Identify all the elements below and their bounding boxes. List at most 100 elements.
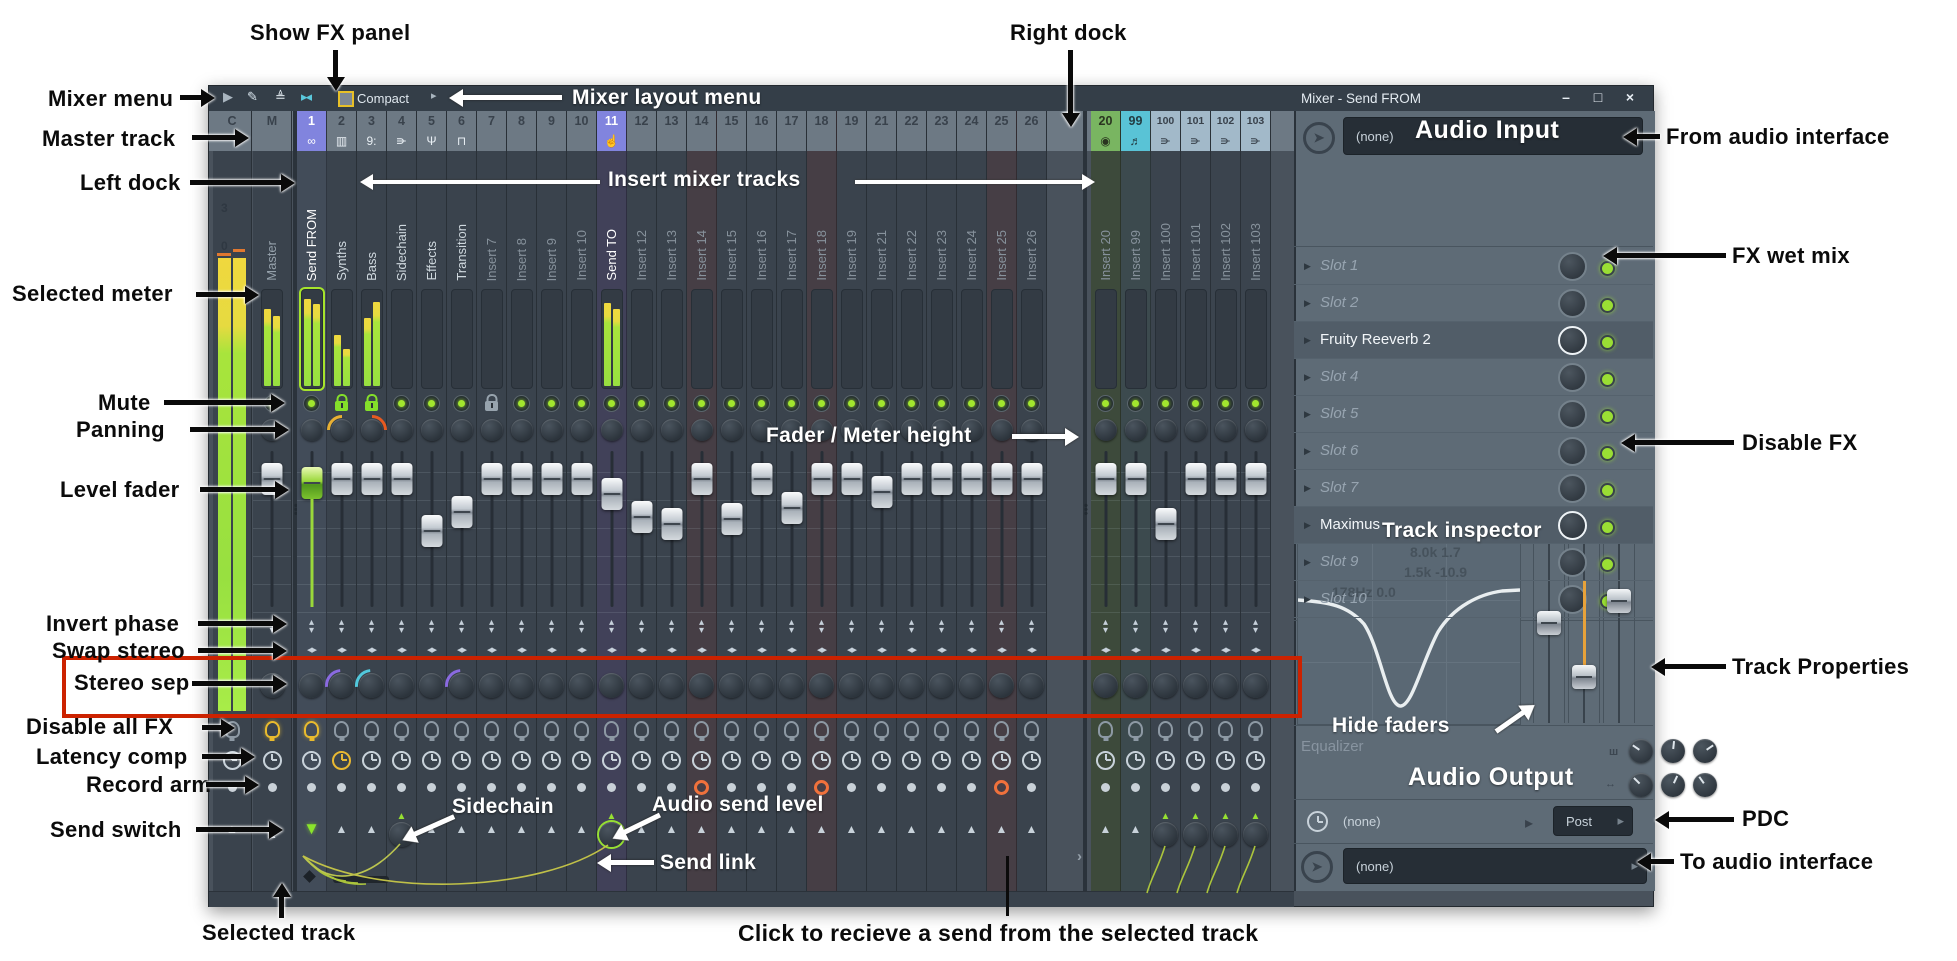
pdc-mode-button[interactable]: Post ▸ <box>1553 806 1633 836</box>
pan-knob[interactable] <box>510 419 533 441</box>
track-header[interactable]: 9: <box>357 131 386 151</box>
track-number[interactable]: 2 <box>327 111 356 131</box>
track-header[interactable]: ⋔ <box>1211 131 1240 151</box>
track-name-zone[interactable]: Insert 8 <box>507 151 536 286</box>
latency-comp-clock-icon[interactable] <box>512 750 531 770</box>
record-arm-dot[interactable] <box>577 782 586 792</box>
record-arm-dot[interactable] <box>937 782 946 792</box>
invert-phase-button[interactable]: ▴▾ <box>627 615 656 639</box>
send-switch-arrow[interactable]: ▲ <box>756 823 768 835</box>
audio-send-level-knob[interactable] <box>1183 821 1208 847</box>
pan-knob[interactable] <box>690 419 713 441</box>
track-name-zone[interactable]: Insert 21 <box>867 151 896 286</box>
latency-comp-clock-icon[interactable] <box>422 750 441 770</box>
mute-led[interactable] <box>963 394 980 412</box>
mute-led[interactable] <box>873 394 890 412</box>
track-name-zone[interactable]: Insert 9 <box>537 151 566 286</box>
mixer-strip-insert-16[interactable]: 16 Insert 16 ▴ ▾ ◂▸ ▲ <box>747 111 777 891</box>
track-number[interactable]: 7 <box>477 111 506 131</box>
record-arm-dot[interactable] <box>847 782 856 792</box>
mute-led[interactable] <box>753 394 770 412</box>
level-fader[interactable] <box>721 503 742 536</box>
track-name-zone[interactable]: Sidechain <box>387 151 416 286</box>
disable-all-fx-lamp-icon[interactable] <box>544 720 559 738</box>
scroll-right-icon[interactable]: › <box>1077 848 1082 865</box>
fader-zone[interactable] <box>1121 445 1150 615</box>
slot-arrow-icon[interactable]: ▶ <box>1304 446 1311 457</box>
latency-comp-clock-icon[interactable] <box>842 750 861 770</box>
track-name-zone[interactable]: Master <box>253 151 291 286</box>
record-arm-dot[interactable] <box>727 782 736 792</box>
disable-all-fx-lamp-icon[interactable] <box>264 720 280 738</box>
latency-comp-clock-icon[interactable] <box>572 750 591 770</box>
mixer-strip-insert-14[interactable]: 14 Insert 14 ▴ ▾ ◂▸ ▲ <box>687 111 717 891</box>
mute-led[interactable] <box>603 394 620 412</box>
latency-comp-clock-icon[interactable] <box>1216 750 1235 770</box>
level-fader[interactable] <box>631 500 652 533</box>
invert-phase-button[interactable]: ▴▾ <box>687 615 716 639</box>
level-fader[interactable] <box>751 463 772 496</box>
level-fader[interactable] <box>451 495 472 528</box>
fader-zone[interactable] <box>253 445 291 615</box>
collapse-icon[interactable]: ▸◂ <box>301 89 312 105</box>
record-arm-dot[interactable] <box>1221 782 1230 792</box>
send-switch-arrow[interactable]: ▲ <box>516 823 528 835</box>
mixer-strip-insert-24[interactable]: 24 Insert 24 ▴ ▾ ◂▸ ▲ <box>957 111 987 891</box>
invert-phase-button[interactable]: ▴▾ <box>717 615 746 639</box>
track-number[interactable]: 20 <box>1091 111 1120 131</box>
latency-comp-clock-icon[interactable] <box>962 750 981 770</box>
track-number[interactable]: 8 <box>507 111 536 131</box>
eq-freq-knob-1[interactable] <box>1629 739 1653 763</box>
send-switch-arrow[interactable]: ▲ <box>1130 823 1142 835</box>
mute-led[interactable] <box>903 394 920 412</box>
fader-zone[interactable] <box>627 445 656 615</box>
mute-led[interactable] <box>843 394 860 412</box>
level-fader[interactable] <box>511 463 532 496</box>
pan-knob[interactable] <box>420 419 443 441</box>
latency-comp-clock-icon[interactable] <box>392 750 411 770</box>
latency-comp-clock-icon[interactable] <box>782 750 801 770</box>
track-name-zone[interactable]: Insert 7 <box>477 151 506 286</box>
slot-label[interactable]: Slot 5 <box>1320 405 1358 422</box>
invert-phase-button[interactable]: ▴▾ <box>897 615 926 639</box>
record-arm-dot[interactable] <box>517 782 526 792</box>
level-fader[interactable] <box>811 463 832 496</box>
invert-phase-button[interactable]: ▴▾ <box>1091 615 1120 639</box>
mixer-strip-transition[interactable]: 6 ⊓ Transition ▴ ▾ ◂▸ ▲ <box>438 111 485 891</box>
mute-led[interactable] <box>783 394 800 412</box>
track-name-zone[interactable]: Insert 24 <box>957 151 986 286</box>
track-name-zone[interactable]: Insert 10 <box>567 151 596 286</box>
mute-led[interactable] <box>1127 394 1144 412</box>
fader-zone[interactable] <box>717 445 746 615</box>
track-header[interactable] <box>897 131 926 151</box>
track-header[interactable]: ∞ <box>297 131 326 151</box>
pan-knob[interactable] <box>990 419 1013 441</box>
track-header[interactable] <box>1017 131 1046 151</box>
track-number[interactable]: 3 <box>357 111 386 131</box>
level-fader[interactable] <box>1125 463 1146 496</box>
send-switch-arrow[interactable]: ▲ <box>726 823 738 835</box>
pan-knob[interactable] <box>480 419 503 441</box>
slot-label[interactable]: Slot 4 <box>1320 368 1358 385</box>
track-number[interactable]: 10 <box>567 111 596 131</box>
track-name-zone[interactable]: Insert 102 <box>1211 151 1240 286</box>
track-name-zone[interactable]: Synths <box>327 151 356 286</box>
pan-knob[interactable] <box>1244 419 1267 441</box>
mixer-strip-insert-25[interactable]: 25 Insert 25 ▴ ▾ ◂▸ ▲ <box>987 111 1017 891</box>
record-arm-dot[interactable] <box>637 782 646 792</box>
mute-led[interactable] <box>453 394 470 412</box>
track-number[interactable]: 6 <box>447 111 476 131</box>
track-number[interactable]: 21 <box>867 111 896 131</box>
stamp-icon[interactable]: ≜ <box>275 89 286 105</box>
latency-comp-clock-icon[interactable] <box>692 750 711 770</box>
send-switch-arrow[interactable]: ▲ <box>576 823 588 835</box>
slot-enable-led[interactable] <box>1600 298 1615 313</box>
disable-all-fx-lamp-icon[interactable] <box>1024 720 1039 738</box>
slot-enable-led[interactable] <box>1600 557 1615 572</box>
audio-output-select[interactable]: (none) ▸ <box>1343 848 1647 884</box>
mute-led[interactable] <box>723 394 740 412</box>
track-number[interactable]: 18 <box>807 111 836 131</box>
record-arm-dot[interactable] <box>994 779 1009 795</box>
disable-all-fx-lamp-icon[interactable] <box>394 720 409 738</box>
slot-label[interactable]: Slot 2 <box>1320 294 1358 311</box>
